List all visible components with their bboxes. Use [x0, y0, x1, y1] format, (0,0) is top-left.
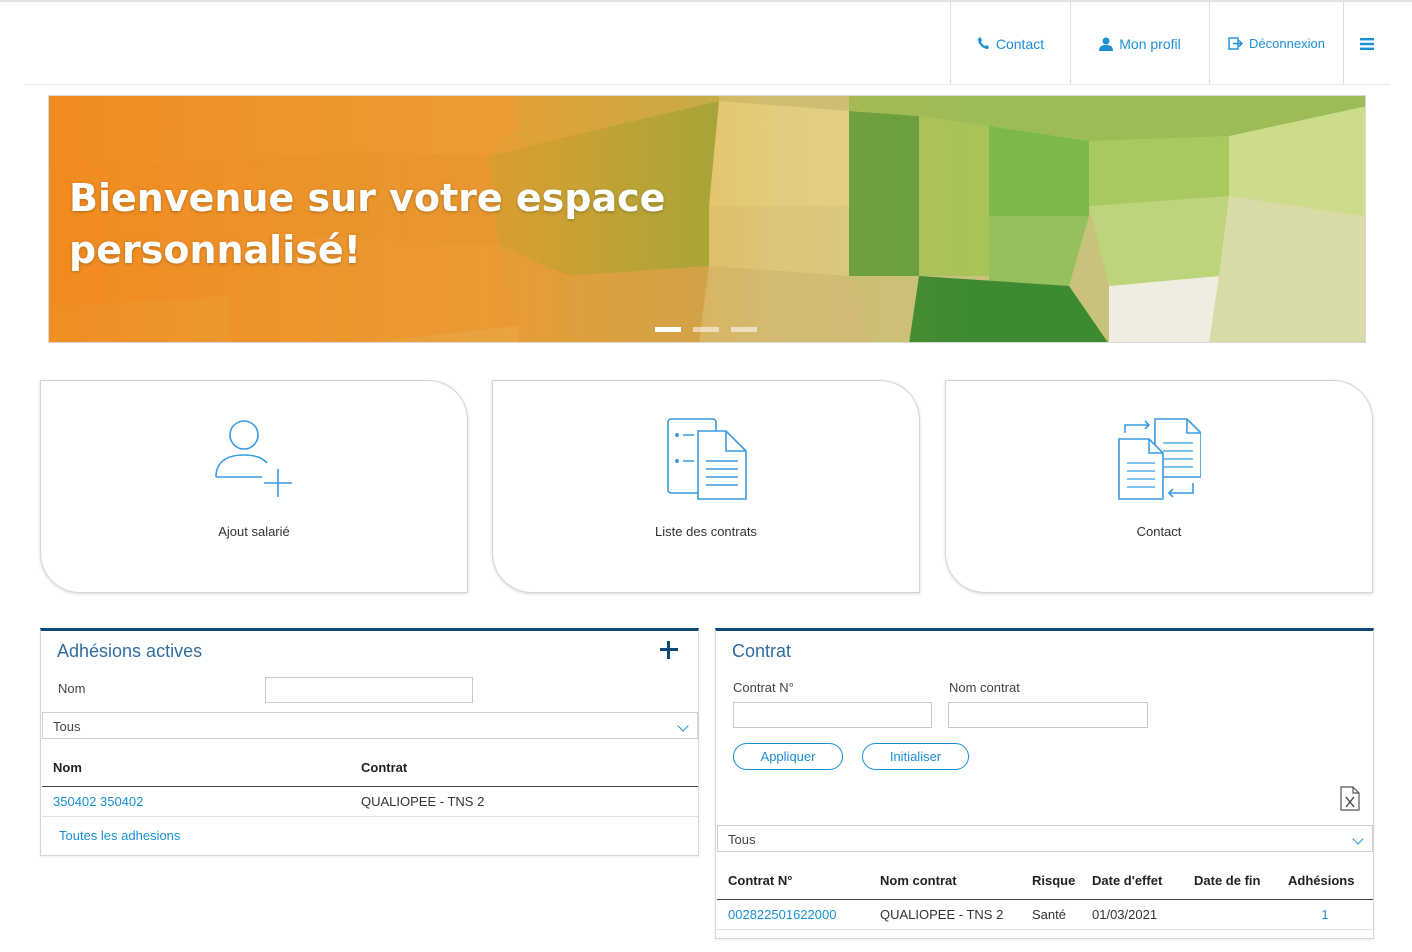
- contract-name-cell: QUALIOPEE - TNS 2: [869, 899, 1021, 930]
- header: Contact Mon profil Déconnexion: [24, 2, 1390, 85]
- reset-button[interactable]: Initialiser: [862, 743, 969, 770]
- add-membership-button[interactable]: [660, 641, 678, 659]
- tile-contract-list[interactable]: Liste des contrats: [492, 380, 920, 593]
- hamburger-icon: [1360, 37, 1374, 50]
- member-name-link[interactable]: 350402 350402: [42, 786, 350, 817]
- contract-panel: Contrat Contrat N° Nom contrat Appliquer…: [715, 628, 1374, 939]
- chevron-down-icon: [1352, 833, 1364, 845]
- carousel-dot-2[interactable]: [693, 327, 719, 332]
- memberships-table: Nom Contrat 350402 350402 QUALIOPEE - TN…: [42, 750, 698, 817]
- document-exchange-icon: [1117, 417, 1202, 506]
- column-header-name: Nom: [42, 750, 350, 787]
- contract-filter-select[interactable]: Tous: [717, 825, 1373, 852]
- all-memberships-link[interactable]: Toutes les adhesions: [59, 828, 180, 843]
- member-contract-cell: QUALIOPEE - TNS 2: [350, 786, 698, 817]
- apply-button[interactable]: Appliquer: [733, 743, 843, 770]
- tile-add-employee-label: Ajout salarié: [218, 524, 290, 539]
- banner-title: Bienvenue sur votre espace personnalisé!: [69, 176, 666, 272]
- active-memberships-panel: Adhésions actives Nom Tous Nom Contrat 3…: [40, 628, 699, 856]
- risk-cell: Santé: [1021, 899, 1081, 930]
- tile-contract-list-label: Liste des contrats: [655, 524, 757, 539]
- table-row: 350402 350402 QUALIOPEE - TNS 2: [42, 786, 698, 817]
- tile-contact-label: Contact: [1136, 524, 1182, 539]
- user-icon: [1099, 37, 1114, 51]
- nav-contact-label: Contact: [995, 35, 1045, 52]
- hero-banner: Bienvenue sur votre espace personnalisé!: [48, 95, 1366, 343]
- column-header-contract: Contrat: [350, 750, 698, 787]
- nav-profile[interactable]: Mon profil: [1070, 2, 1209, 85]
- column-header-memberships: Adhésions: [1277, 863, 1373, 900]
- nav-logout[interactable]: Déconnexion: [1209, 2, 1343, 85]
- contract-list-icon: [664, 417, 748, 506]
- column-header-contract-name: Nom contrat: [869, 863, 1021, 900]
- memberships-count-link[interactable]: 1: [1277, 899, 1373, 930]
- column-header-start-date: Date d'effet: [1081, 863, 1183, 900]
- carousel-dot-3[interactable]: [731, 327, 757, 332]
- tile-add-employee[interactable]: Ajout salarié: [40, 380, 468, 593]
- contract-number-link[interactable]: 002822501622000: [717, 899, 869, 930]
- contract-number-label: Contrat N°: [733, 680, 794, 695]
- column-header-end-date: Date de fin: [1183, 863, 1277, 900]
- contract-filter-value: Tous: [728, 832, 756, 847]
- start-date-cell: 01/03/2021: [1081, 899, 1183, 930]
- column-header-risk: Risque: [1021, 863, 1081, 900]
- name-filter-input[interactable]: [265, 677, 473, 703]
- nav-profile-label: Mon profil: [1119, 35, 1181, 52]
- hamburger-menu-button[interactable]: [1343, 2, 1390, 85]
- contract-name-label: Nom contrat: [949, 680, 1020, 695]
- carousel-dot-1[interactable]: [655, 327, 681, 332]
- tile-contact[interactable]: Contact: [945, 380, 1373, 593]
- excel-export-icon[interactable]: [1340, 786, 1360, 816]
- nav-contact[interactable]: Contact: [950, 2, 1070, 85]
- panel-title: Adhésions actives: [57, 641, 203, 661]
- nav-logout-label: Déconnexion: [1249, 36, 1325, 51]
- contract-name-input[interactable]: [948, 702, 1148, 728]
- name-filter-label: Nom: [58, 681, 86, 696]
- top-nav: Contact Mon profil Déconnexion: [950, 2, 1390, 85]
- column-header-contract-number: Contrat N°: [717, 863, 869, 900]
- status-filter-value: Tous: [53, 719, 81, 734]
- carousel-indicators: [655, 327, 757, 332]
- add-user-icon: [212, 417, 296, 506]
- table-row: 002822501622000 QUALIOPEE - TNS 2 Santé …: [717, 899, 1373, 930]
- phone-icon: [977, 36, 990, 51]
- chevron-down-icon: [677, 720, 689, 732]
- contracts-table: Contrat N° Nom contrat Risque Date d'eff…: [717, 863, 1373, 930]
- end-date-cell: [1183, 899, 1277, 930]
- status-filter-select[interactable]: Tous: [42, 712, 698, 739]
- panel-title: Contrat: [732, 641, 792, 661]
- logout-icon: [1228, 37, 1244, 50]
- contract-number-input[interactable]: [733, 702, 932, 728]
